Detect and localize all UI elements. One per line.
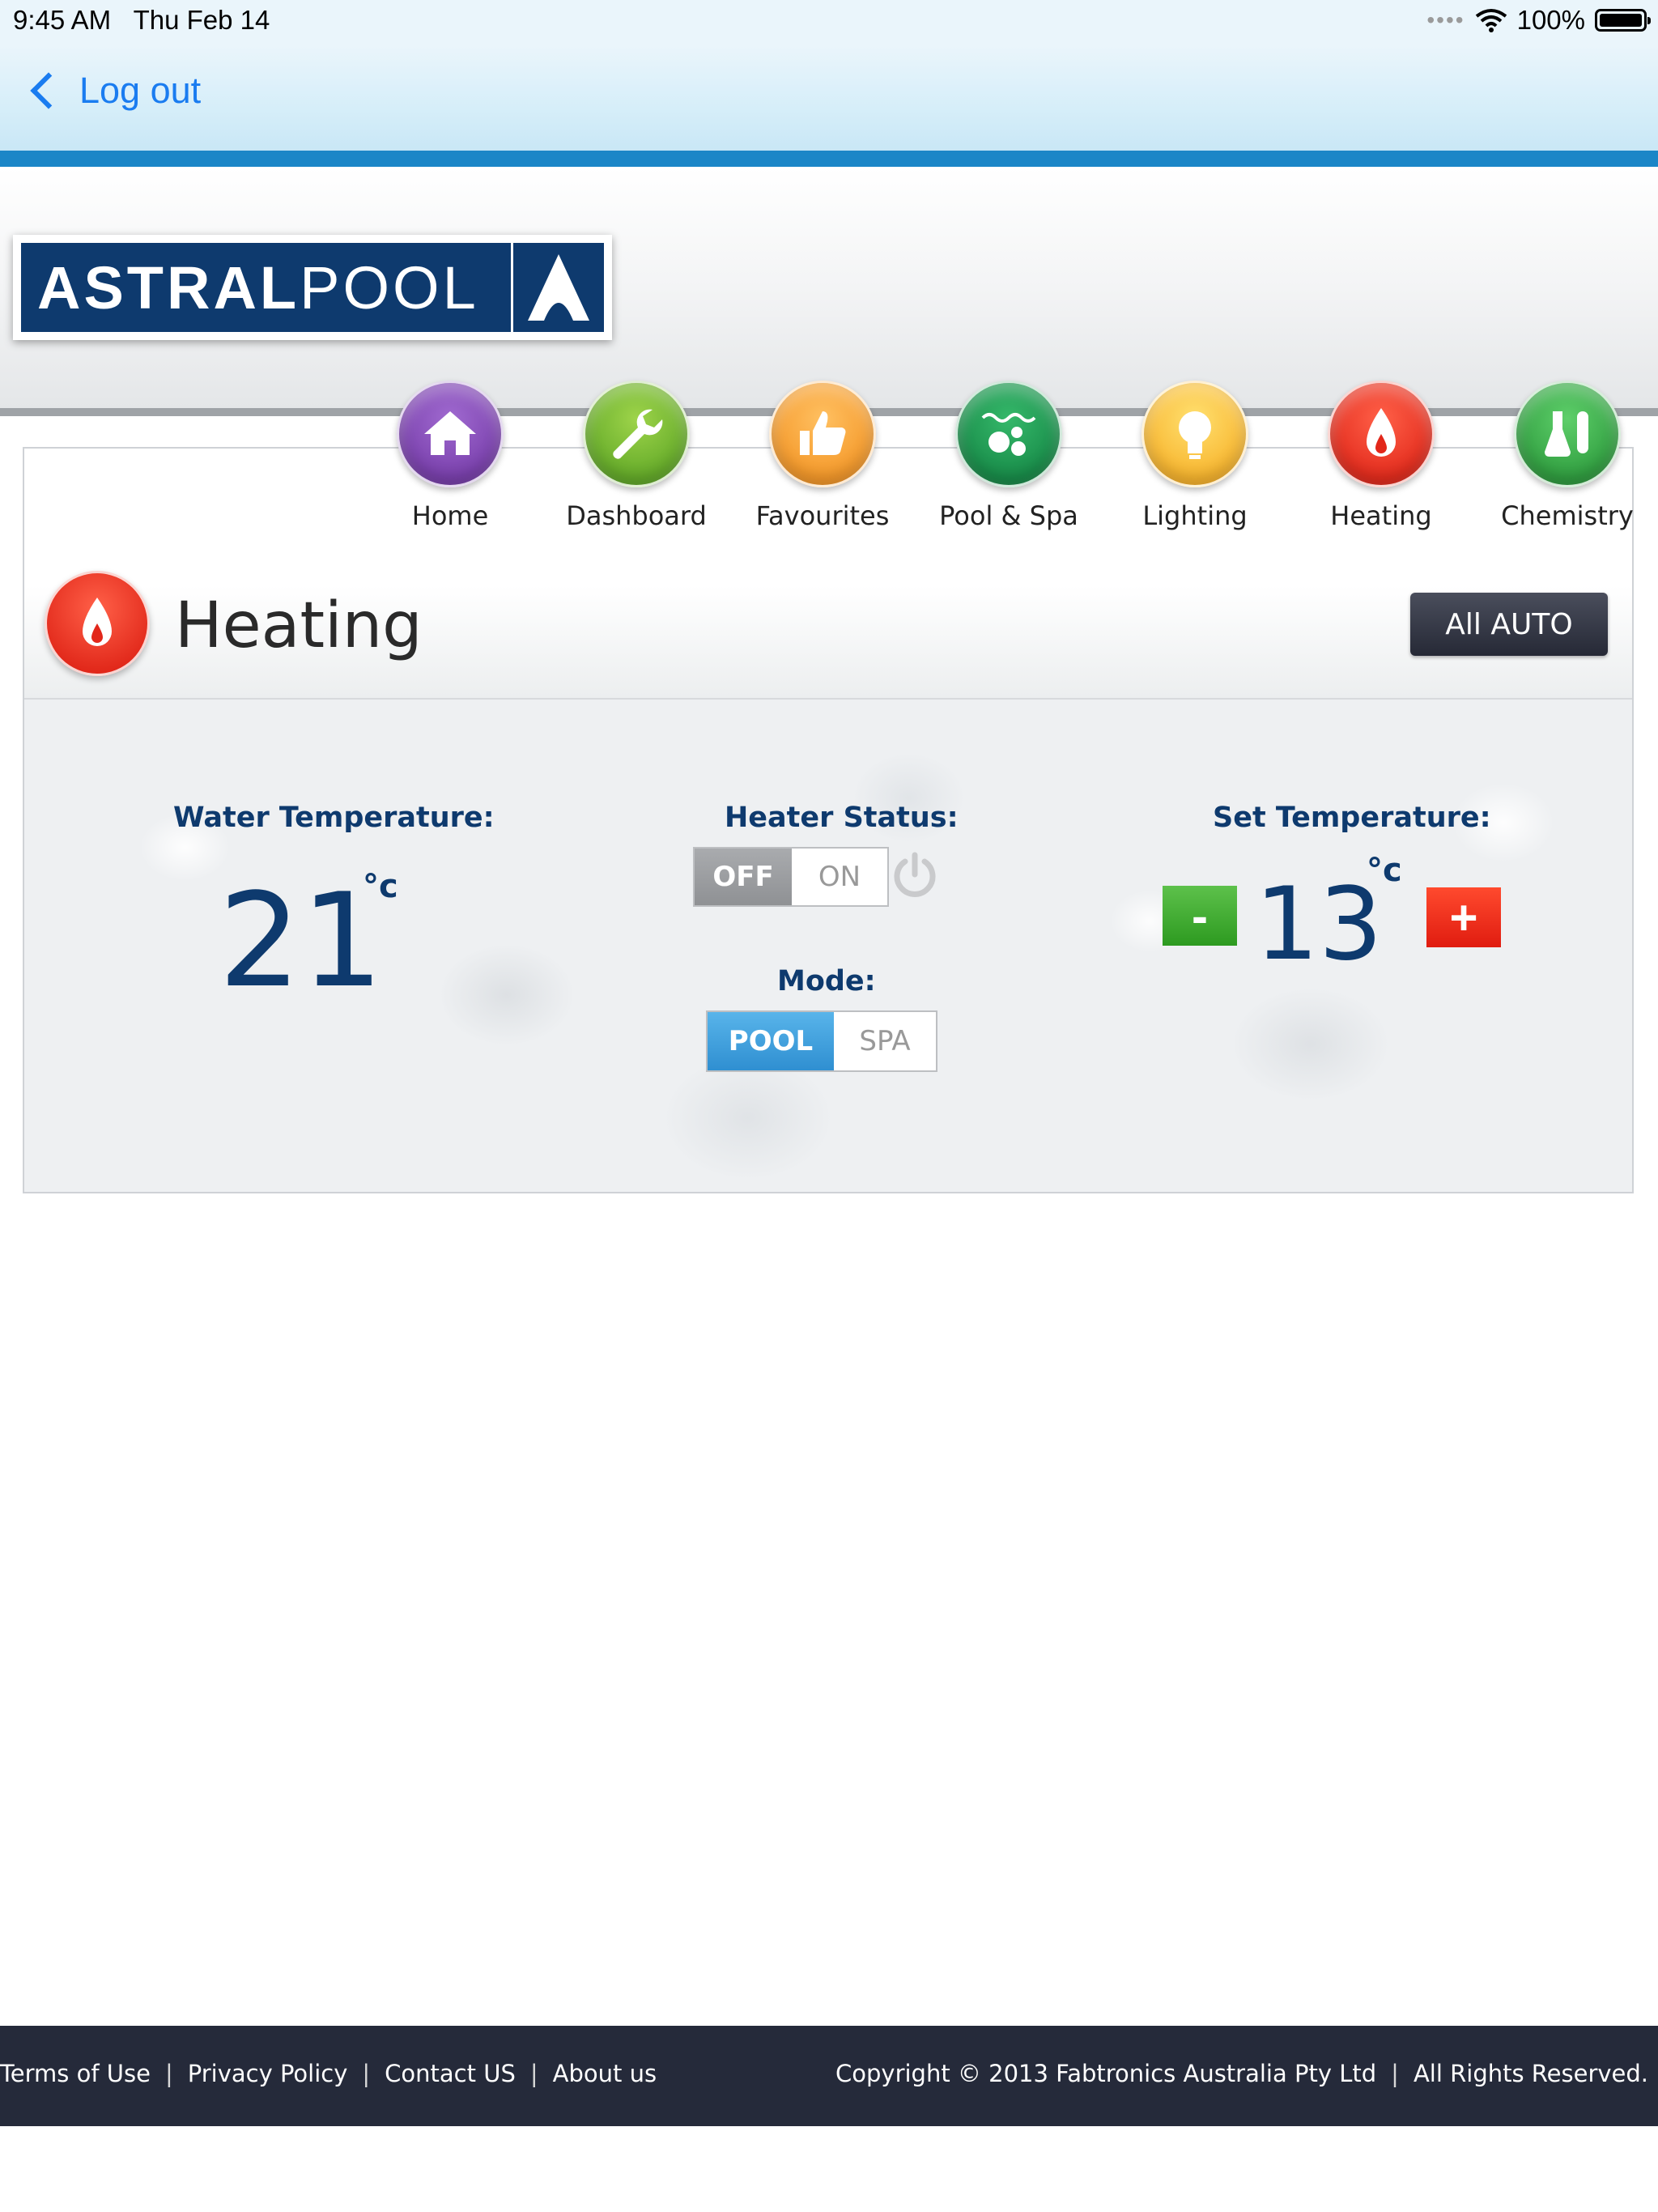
status-right: •••• 100% <box>1426 5 1651 36</box>
footer-links: Terms of Use | Privacy Policy | Contact … <box>0 2060 657 2087</box>
menu-item-pool-spa[interactable]: Pool & Spa <box>928 381 1090 531</box>
mode-label: Mode: <box>777 965 876 998</box>
bubbles-icon <box>955 381 1062 487</box>
thumbs-up-icon <box>769 381 876 487</box>
footer-separator: | <box>1391 2060 1399 2087</box>
status-time: 9:45 AM Thu Feb 14 <box>13 5 270 35</box>
increase-temperature-button[interactable]: + <box>1426 887 1501 947</box>
set-temperature-label: Set Temperature: <box>1213 802 1491 834</box>
battery-icon <box>1595 9 1651 32</box>
footer-separator: | <box>164 2060 173 2087</box>
rights-text: All Rights Reserved. <box>1413 2060 1648 2087</box>
footer-separator: | <box>362 2060 371 2087</box>
about-link[interactable]: About us <box>553 2060 657 2087</box>
astralpool-logo: ASTRALPOOL <box>13 235 612 340</box>
terms-link[interactable]: Terms of Use <box>0 2060 151 2087</box>
set-temperature-unit: °c <box>1367 852 1402 889</box>
heating-flame-icon <box>45 571 150 676</box>
footer: Terms of Use | Privacy Policy | Contact … <box>0 2026 1658 2126</box>
logout-button[interactable]: Log out <box>24 70 201 112</box>
wifi-icon <box>1475 9 1507 32</box>
flame-icon <box>1328 381 1435 487</box>
heater-off-option[interactable]: OFF <box>695 849 792 905</box>
copyright-text: Copyright © 2013 Fabtronics Australia Pt… <box>835 2060 1377 2087</box>
navigation-bar: Log out <box>0 45 1658 151</box>
menu-item-dashboard[interactable]: Dashboard <box>555 381 717 531</box>
flask-icon <box>1514 381 1621 487</box>
decrease-temperature-button[interactable]: - <box>1163 886 1237 946</box>
footer-separator: | <box>529 2060 538 2087</box>
signal-icon: •••• <box>1426 7 1465 32</box>
chevron-left-icon <box>30 72 67 109</box>
heater-on-option[interactable]: ON <box>792 849 887 905</box>
water-temperature-label: Water Temperature: <box>173 802 495 834</box>
contact-link[interactable]: Contact US <box>385 2060 516 2087</box>
wrench-icon <box>583 381 690 487</box>
heater-status-label: Heater Status: <box>725 802 959 834</box>
mode-toggle: POOL SPA <box>706 1010 937 1072</box>
menu-item-lighting[interactable]: Lighting <box>1114 381 1276 531</box>
logo-mark-icon <box>511 243 604 332</box>
power-icon <box>894 852 936 897</box>
mode-spa-option[interactable]: SPA <box>834 1012 936 1070</box>
footer-copyright: Copyright © 2013 Fabtronics Australia Pt… <box>835 2060 1648 2087</box>
home-icon <box>397 381 504 487</box>
set-temperature-value: 13 <box>1255 866 1383 983</box>
page-title: Heating <box>175 589 423 662</box>
menu-item-favourites[interactable]: Favourites <box>742 381 903 531</box>
battery-percent: 100% <box>1516 5 1585 35</box>
app-header: ASTRALPOOL <box>0 167 1658 416</box>
menu-item-heating[interactable]: Heating <box>1300 381 1462 531</box>
logout-label: Log out <box>79 70 202 111</box>
mode-pool-option[interactable]: POOL <box>708 1012 834 1070</box>
main-menu: Home Dashboard Favourites Pool & Spa Lig… <box>380 381 1643 542</box>
all-auto-button[interactable]: All AUTO <box>1410 593 1608 656</box>
heater-status-toggle: OFF ON <box>693 847 889 907</box>
menu-item-home[interactable]: Home <box>369 381 531 531</box>
water-temperature-unit: °c <box>363 868 398 905</box>
status-bar: 9:45 AM Thu Feb 14 •••• 100% <box>0 0 1658 45</box>
privacy-link[interactable]: Privacy Policy <box>188 2060 348 2087</box>
light-bulb-icon <box>1141 381 1248 487</box>
accent-bar <box>0 151 1658 167</box>
menu-item-chemistry[interactable]: Chemistry <box>1486 381 1648 531</box>
water-temperature-value: 21 <box>219 865 384 1016</box>
